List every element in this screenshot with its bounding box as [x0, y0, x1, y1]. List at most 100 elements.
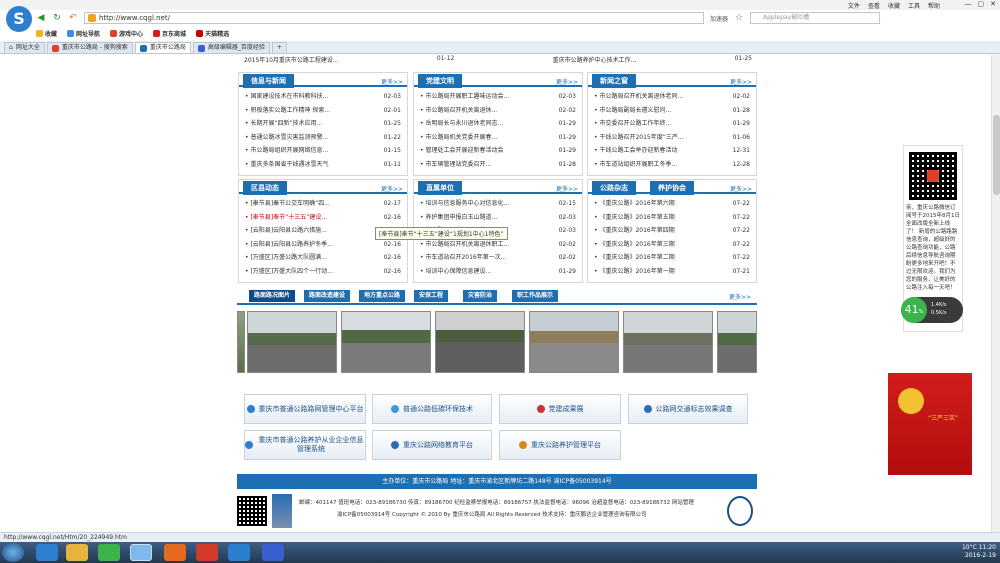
road-photo[interactable]	[529, 311, 619, 373]
list-item[interactable]: 《重庆公路》2016年第一期 07-21	[594, 265, 750, 279]
list-item[interactable]: [秦节县]秦节公交车明确“四... 02-17	[245, 197, 401, 211]
bookmark-jd[interactable]: 京东商城	[153, 29, 186, 38]
road-photo[interactable]	[435, 311, 525, 373]
tab-cqgl[interactable]: 重庆市公路局	[134, 42, 191, 53]
news-title[interactable]: 重庆多条国省干线遇冰雪天气	[245, 158, 370, 172]
news-title[interactable]: 岳明局长与永川退休老同志...	[420, 117, 545, 131]
news-title[interactable]: 培训中心保障信息建设...	[420, 265, 545, 279]
list-item[interactable]: 养护集团申报白玉山隧道... 02-03	[420, 211, 576, 225]
list-item[interactable]: 《重庆公路》2016年第六期 07-22	[594, 197, 750, 211]
news-title[interactable]: 市公路局机关党委开展春...	[420, 131, 545, 145]
news-title[interactable]: 市公路局召开机关离退休...	[420, 104, 545, 118]
address-bar[interactable]: http://www.cqgl.net/	[84, 12, 704, 24]
news-title[interactable]: [云阳县]云阳县公路养护冬季...	[245, 238, 370, 252]
news-title[interactable]: 《重庆公路》2016年第三期	[594, 238, 719, 252]
menu-view[interactable]: 查看	[868, 1, 880, 10]
news-title[interactable]: [万盛区]万盛公路大队圆满...	[245, 251, 370, 265]
news-title[interactable]: 管理处工会开展迎新春活动会	[420, 144, 545, 158]
list-item[interactable]: 管理处工会开展迎新春活动会 01-29	[420, 144, 576, 158]
road-photo[interactable]	[623, 311, 713, 373]
scrollbar-thumb[interactable]	[993, 115, 1000, 195]
bookmark-favorites[interactable]: 收藏	[36, 29, 57, 38]
menu-file[interactable]: 文件	[848, 1, 860, 10]
bookmark-games[interactable]: 游戏中心	[110, 29, 143, 38]
minimize-icon[interactable]: —	[965, 0, 972, 8]
section-title[interactable]: 公路杂志	[592, 181, 636, 195]
folder-icon[interactable]	[66, 544, 88, 561]
news-title[interactable]: [奉节县]奉节“十三五”建设...	[245, 211, 370, 225]
list-item[interactable]: 《重庆公路》2016年第二期 07-22	[594, 251, 750, 265]
photo-tab-staff-works[interactable]: 职工作品展示	[512, 290, 559, 302]
list-item[interactable]: 重庆多条国省干线遇冰雪天气 01-11	[245, 158, 401, 172]
news-title[interactable]: 市公路局组织开展网络信息...	[245, 144, 370, 158]
undo-icon[interactable]: ↶	[68, 13, 78, 23]
tab-baidu-editor[interactable]: 高级编辑器_百度经验	[192, 42, 270, 53]
tab-sogou-search[interactable]: 重庆市公路局 - 搜狗搜索	[46, 42, 133, 53]
star-icon[interactable]: ☆	[734, 13, 744, 23]
road-photo[interactable]	[341, 311, 431, 373]
list-item[interactable]: 《重庆公路》2016年第三期 07-22	[594, 238, 750, 252]
bookmark-tmall[interactable]: 天猫精选	[196, 29, 229, 38]
photo-more-link[interactable]: 更多>>	[729, 292, 751, 301]
list-item[interactable]: 《重庆公路》2016年第四期 07-22	[594, 224, 750, 238]
list-item[interactable]: 市交委召开公路工作年终... 01-29	[594, 117, 750, 131]
list-item[interactable]: [万盛区]万盛公路大队圆满... 02-16	[245, 251, 401, 265]
news-title[interactable]: 市公路局副局长遵义慰问...	[594, 104, 719, 118]
news-title[interactable]: [万盛区]万盛大队四个一行动...	[245, 265, 370, 279]
more-link[interactable]: 更多>>	[381, 77, 403, 86]
more-link[interactable]: 更多>>	[730, 77, 752, 86]
news-title[interactable]: 市公路局召开机关离退休老同...	[594, 90, 719, 104]
explorer-icon[interactable]	[228, 544, 250, 561]
news-title[interactable]: 市公路局开展职工趣味运动会...	[420, 90, 545, 104]
list-item[interactable]: 市公路局开展职工趣味运动会... 02-03	[420, 90, 576, 104]
menu-help[interactable]: 帮助	[928, 1, 940, 10]
back-icon[interactable]: ◀	[36, 13, 46, 23]
more-link[interactable]: 更多>>	[556, 184, 578, 193]
top-partial-link-2[interactable]: 重庆市公路养护中心技术工作...	[553, 55, 637, 64]
photo-tab-key-roads[interactable]: 地方重点公路	[359, 290, 406, 302]
list-item[interactable]: 干线公路工会举办迎新春活动 12-31	[594, 144, 750, 158]
bookmark-nav[interactable]: 网址导航	[67, 29, 100, 38]
section-title[interactable]: 区县动态	[243, 181, 287, 195]
photo-tab-disaster[interactable]: 灾害防治	[463, 290, 498, 302]
list-item[interactable]: 市车道站组织开展职工冬季... 12-28	[594, 158, 750, 172]
search-input[interactable]: Applepay被吐槽	[750, 12, 881, 24]
maximize-icon[interactable]: ▢	[978, 0, 985, 8]
list-item[interactable]: 岳明局长与永川退休老同志... 01-29	[420, 117, 576, 131]
news-title[interactable]: 培训与信息服务中心对信息化...	[420, 197, 545, 211]
service-party-building[interactable]: 党建成果展	[499, 394, 621, 424]
news-title[interactable]: 普通公路冰雪灾害监测预警...	[245, 131, 370, 145]
chrome-icon[interactable]	[98, 544, 120, 561]
list-item[interactable]: 国家建设技术在市科教科扶... 02-03	[245, 90, 401, 104]
more-link[interactable]: 更多>>	[381, 184, 403, 193]
menu-favorites[interactable]: 收藏	[888, 1, 900, 10]
list-item[interactable]: 市公路局召开机关离退休老同... 02-02	[594, 90, 750, 104]
news-title[interactable]: 《重庆公路》2016年第一期	[594, 265, 719, 279]
list-item[interactable]: 积极落实公路工作精神 探索... 02-01	[245, 104, 401, 118]
news-title[interactable]: 长期开展“四新”技术应用...	[245, 117, 370, 131]
news-title[interactable]: 市车辆管理站党委召开...	[420, 158, 545, 172]
service-maintenance-enterprise[interactable]: 重庆市普通公路养护从业企业信息管理系统	[244, 430, 366, 460]
list-item[interactable]: 市车辆管理站党委召开... 01-28	[420, 158, 576, 172]
section-title[interactable]: 党建文明	[418, 74, 462, 88]
service-traffic-sign[interactable]: 公路网交通标志效果调查	[628, 394, 748, 424]
system-tray[interactable]: 10°C 11:20 2016-2-19	[962, 544, 996, 560]
service-education[interactable]: 重庆公路网络教育平台	[372, 430, 492, 460]
list-item[interactable]: 市车道站召开2016年第一次... 02-02	[420, 251, 576, 265]
page-scrollbar[interactable]	[991, 55, 1000, 532]
service-low-carbon[interactable]: 普通公路低碳环保技术	[372, 394, 492, 424]
news-title[interactable]: 国家建设技术在市科教科扶...	[245, 90, 370, 104]
news-title[interactable]: 市车道站组织开展职工冬季...	[594, 158, 719, 172]
news-title[interactable]: 《重庆公路》2016年第四期	[594, 224, 719, 238]
refresh-icon[interactable]: ↻	[52, 13, 62, 23]
top-partial-link[interactable]: 2015年10月重庆市公路工程建设...	[244, 55, 339, 64]
menu-tools[interactable]: 工具	[908, 1, 920, 10]
road-photo[interactable]	[717, 311, 757, 373]
side-ad-banner[interactable]: “三严三实”	[888, 373, 972, 475]
service-road-network[interactable]: 重庆市普通公路路网管理中心平台	[244, 394, 366, 424]
tab-home[interactable]: ⌂ 网址大全	[4, 42, 45, 53]
section-title-2[interactable]: 养护协会	[650, 181, 694, 195]
news-title[interactable]: [秦节县]秦节公交车明确“四...	[245, 197, 370, 211]
service-maintenance-platform[interactable]: 重庆公路养护管理平台	[499, 430, 621, 460]
new-tab-button[interactable]: +	[271, 42, 287, 53]
